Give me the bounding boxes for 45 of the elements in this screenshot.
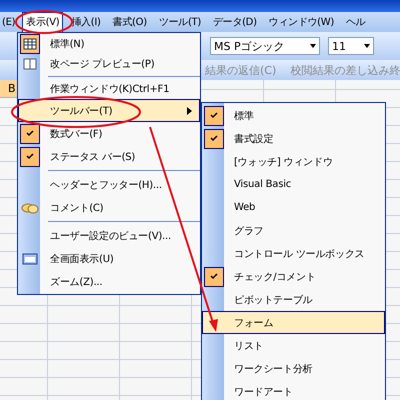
- menu-title[interactable]: 書式(O): [108, 12, 151, 32]
- menu-item[interactable]: 書式設定: [202, 127, 385, 150]
- full-screen-icon: [22, 252, 38, 264]
- menu-title[interactable]: 表示(V): [22, 12, 64, 32]
- highlight-ellipse: [15, 10, 73, 34]
- menu-item[interactable]: ズーム(Z)...: [18, 270, 200, 293]
- caret-icon: [310, 44, 316, 48]
- comment-icon: [21, 202, 39, 214]
- menu-item[interactable]: チェック/コメント: [202, 265, 385, 288]
- check-icon: [26, 130, 34, 137]
- sheet-icon: [23, 38, 37, 50]
- menu-item[interactable]: 標準(N): [18, 34, 200, 54]
- caret-icon: [364, 44, 370, 48]
- menu-item[interactable]: 標準: [202, 104, 385, 127]
- menu-item[interactable]: 全画面表示(U): [18, 247, 200, 270]
- page-icon: [23, 58, 37, 70]
- menu-title[interactable]: データ(D): [208, 12, 261, 32]
- menu-item[interactable]: ヘッダーとフッター(H)...: [18, 173, 200, 196]
- menu-item[interactable]: ピボットテーブル: [202, 288, 385, 311]
- menu-item[interactable]: グラフ: [202, 219, 385, 242]
- font-size-dropdown[interactable]: 11: [328, 37, 374, 55]
- menu-title[interactable]: ヘル: [342, 12, 370, 32]
- check-icon: [210, 112, 218, 119]
- menu-item[interactable]: ツールバー(T): [18, 99, 200, 122]
- menu-item[interactable]: 改ページ プレビュー(P): [18, 54, 200, 74]
- menu-item[interactable]: コントロール ツールボックス: [202, 242, 385, 265]
- menu-item[interactable]: Visual Basic: [202, 173, 385, 196]
- menu-item[interactable]: Web: [202, 196, 385, 219]
- menu-item[interactable]: ワークシート分析: [202, 357, 385, 380]
- menu-title[interactable]: ウィンドウ(W): [264, 12, 338, 32]
- menu-item[interactable]: ステータス バー(S): [18, 145, 200, 168]
- check-icon: [210, 135, 218, 142]
- font-dropdown[interactable]: MS Pゴシック: [210, 37, 320, 55]
- menu-item[interactable]: [ウォッチ] ウィンドウ: [202, 150, 385, 173]
- menu-title[interactable]: (E): [0, 12, 18, 32]
- menu-title[interactable]: 挿入(I): [67, 12, 105, 32]
- check-icon: [210, 273, 218, 280]
- menu-item[interactable]: 数式バー(F): [18, 122, 200, 145]
- menu-item[interactable]: リスト: [202, 334, 385, 357]
- menu-item[interactable]: ユーザー設定のビュー(V)...: [18, 224, 200, 247]
- menu-title[interactable]: ツール(T): [154, 12, 205, 32]
- check-icon: [26, 153, 34, 160]
- menu-item[interactable]: フォーム: [202, 311, 385, 334]
- menu-item[interactable]: コメント(C): [18, 196, 200, 219]
- menu-item[interactable]: ワードアート: [202, 380, 385, 400]
